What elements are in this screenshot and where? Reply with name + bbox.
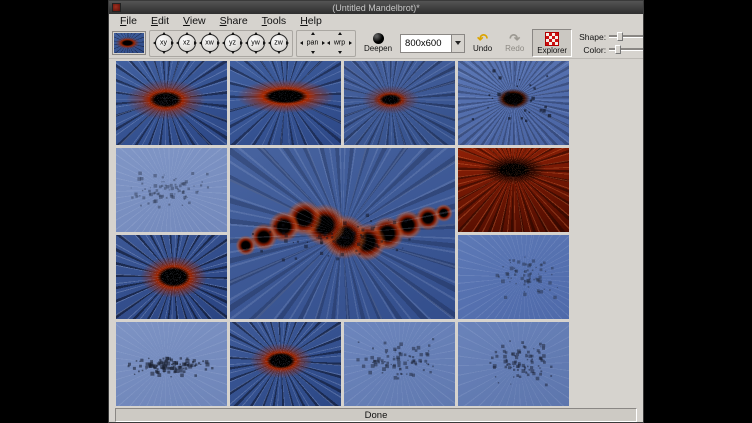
pan-control[interactable]: pan — [299, 31, 326, 55]
workspace — [109, 59, 643, 406]
fractal-tile-r4c2[interactable] — [230, 322, 341, 406]
fractal-tile-r4c1[interactable] — [116, 322, 227, 406]
arrow-t-icon — [311, 32, 315, 35]
warp-control-label: wrp — [326, 40, 353, 47]
window-title: (Untitled Mandelbrot)* — [332, 3, 420, 13]
deepen-label: Deepen — [364, 45, 392, 53]
fractal-tile-center[interactable] — [230, 148, 455, 319]
menu-bar: FileEditViewShareToolsHelp — [109, 14, 643, 28]
window-titlebar[interactable]: (Untitled Mandelbrot)* — [109, 1, 643, 14]
rotate-xy-control-label: xy — [152, 40, 175, 47]
explorer-button[interactable]: Explorer — [532, 29, 572, 57]
menu-share[interactable]: Share — [213, 15, 255, 27]
fractal-tile-r1c1[interactable] — [116, 61, 227, 145]
rotate-zw-control[interactable]: zw — [267, 31, 290, 55]
rotate-yz-control[interactable]: yz — [221, 31, 244, 55]
fractal-preview-thumbnail — [114, 33, 144, 53]
arrow-b-icon — [185, 51, 189, 54]
size-select-arrow-button[interactable] — [451, 35, 464, 52]
pan-warp-group: panwrp — [296, 30, 356, 57]
size-select-value: 800x600 — [401, 38, 451, 49]
arrow-t-icon — [162, 32, 166, 35]
fractal-tile-r3c4[interactable] — [458, 235, 569, 319]
warp-control[interactable]: wrp — [326, 31, 353, 55]
arrow-t-icon — [277, 32, 281, 35]
arrow-b-icon — [231, 51, 235, 54]
size-select[interactable]: 800x600 — [400, 34, 465, 53]
arrow-t-icon — [254, 32, 258, 35]
rotation-controls-group: xyxzxwyzywzw — [149, 30, 293, 57]
rotate-xz-control-label: xz — [175, 40, 198, 47]
arrow-b-icon — [208, 51, 212, 54]
fractal-dust — [116, 148, 117, 149]
color-slider-thumb[interactable] — [615, 45, 621, 54]
fractal-tile-r1c3[interactable] — [344, 61, 455, 145]
fractal-dust — [344, 322, 345, 323]
arrow-t-icon — [208, 32, 212, 35]
fractal-dust — [230, 148, 231, 149]
status-text: Done — [365, 410, 388, 421]
menu-file[interactable]: File — [113, 15, 144, 27]
arrow-b-icon — [254, 51, 258, 54]
fractal-tile-r2c4[interactable] — [458, 148, 569, 232]
status-bar: Done — [115, 408, 637, 422]
fractal-preview-button[interactable] — [112, 31, 146, 55]
explorer-icon — [545, 32, 559, 46]
fractal-tile-r4c4[interactable] — [458, 322, 569, 406]
rotate-xy-control[interactable]: xy — [152, 31, 175, 55]
fractal-tile-r2c1[interactable] — [116, 148, 227, 232]
shape-slider-label: Shape: — [577, 32, 606, 42]
arrow-b-icon — [338, 51, 342, 54]
redo-label: Redo — [505, 45, 524, 53]
fractal-dust — [458, 61, 459, 62]
rotate-zw-control-label: zw — [267, 40, 290, 47]
app-window: (Untitled Mandelbrot)* FileEditViewShare… — [108, 0, 644, 423]
arrow-b-icon — [311, 51, 315, 54]
pan-control-label: pan — [299, 40, 326, 47]
fractal-dust — [116, 322, 117, 323]
fractal-tile-r3c1[interactable] — [116, 235, 227, 319]
fractal-tile-r1c2[interactable] — [230, 61, 341, 145]
rotate-xw-control[interactable]: xw — [198, 31, 221, 55]
arrow-b-icon — [162, 51, 166, 54]
undo-icon: ↶ — [477, 33, 488, 44]
explorer-grid — [116, 61, 569, 406]
arrow-t-icon — [338, 32, 342, 35]
fractal-dust — [458, 322, 459, 323]
rotate-xw-control-label: xw — [198, 40, 221, 47]
fractal-dust — [458, 235, 459, 236]
weirdness-sliders: Shape: 61.3 Color: 11.8 — [577, 32, 644, 55]
menu-help[interactable]: Help — [293, 15, 329, 27]
window-icon — [112, 3, 121, 12]
deepen-icon — [373, 33, 384, 44]
arrow-t-icon — [231, 32, 235, 35]
deepen-button[interactable]: Deepen — [359, 29, 397, 57]
arrow-t-icon — [185, 32, 189, 35]
menu-tools[interactable]: Tools — [255, 15, 294, 27]
redo-button[interactable]: ↷ Redo — [500, 29, 529, 57]
arrow-b-icon — [277, 51, 281, 54]
fractal-tile-r4c3[interactable] — [344, 322, 455, 406]
undo-label: Undo — [473, 45, 492, 53]
rotate-yz-control-label: yz — [221, 40, 244, 47]
explorer-label: Explorer — [537, 47, 567, 55]
undo-button[interactable]: ↶ Undo — [468, 29, 497, 57]
rotate-yw-control[interactable]: yw — [244, 31, 267, 55]
redo-icon: ↷ — [509, 33, 520, 44]
color-slider-row: Color: 11.8 — [577, 45, 644, 55]
shape-slider[interactable] — [609, 32, 643, 41]
shape-slider-thumb[interactable] — [617, 32, 623, 41]
menu-edit[interactable]: Edit — [144, 15, 176, 27]
color-slider[interactable] — [609, 45, 643, 54]
shape-slider-row: Shape: 61.3 — [577, 32, 644, 42]
fractal-tile-r1c4[interactable] — [458, 61, 569, 145]
toolbar: xyxzxwyzywzw panwrp Deepen 800x600 ↶ Und… — [109, 28, 643, 59]
menu-view[interactable]: View — [176, 15, 213, 27]
rotate-yw-control-label: yw — [244, 40, 267, 47]
chevron-down-icon — [455, 41, 461, 45]
color-slider-label: Color: — [577, 45, 606, 55]
rotate-xz-control[interactable]: xz — [175, 31, 198, 55]
